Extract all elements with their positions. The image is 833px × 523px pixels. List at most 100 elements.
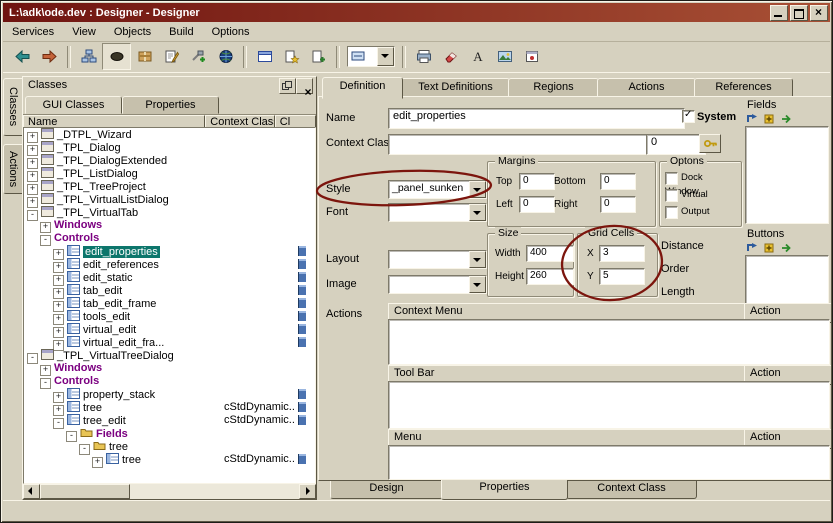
bottom-tab-design[interactable]: Design (330, 479, 443, 499)
tree-item-label[interactable]: tree (122, 454, 141, 466)
back-button[interactable] (9, 44, 36, 69)
tree-item-label[interactable]: _TPL_VirtualTreeDialog (57, 350, 174, 362)
menu-table-body[interactable] (388, 445, 830, 480)
insert-button-button[interactable] (745, 241, 760, 255)
tree-row[interactable]: -tree_editcStdDynamic... (24, 414, 315, 427)
font-button[interactable]: A (464, 44, 491, 69)
add-button-button[interactable] (762, 241, 777, 255)
classes-panel-header[interactable]: Classes (23, 77, 316, 96)
dropdown-icon[interactable] (469, 251, 486, 268)
output-checkbox[interactable] (665, 206, 678, 219)
tree-item-label[interactable]: Windows (54, 362, 102, 374)
minimize-button[interactable] (770, 5, 788, 21)
style-combo[interactable]: _panel_sunken (388, 180, 487, 199)
tree-row[interactable]: +_TPL_ListDialog (24, 167, 315, 180)
dropdown-icon[interactable] (469, 181, 486, 198)
tab-definition[interactable]: Definition (322, 77, 403, 99)
virtual-checkbox[interactable] (665, 189, 678, 202)
insert-field-button[interactable] (745, 112, 760, 126)
dropdown-icon[interactable] (377, 47, 394, 66)
scroll-right-icon[interactable] (299, 484, 316, 499)
add-field-button[interactable] (762, 112, 777, 126)
tree-row[interactable]: +treecStdDynamic... (24, 401, 315, 414)
tree-row[interactable]: +treecStdDynamic... (24, 453, 315, 466)
tree-item-label[interactable]: _TPL_DialogExtended (57, 155, 167, 167)
menu-item-view[interactable]: View (63, 24, 105, 40)
tree-item-label[interactable]: tab_edit (83, 285, 122, 297)
system-checkbox[interactable] (682, 110, 695, 123)
menu-item-services[interactable]: Services (3, 24, 63, 40)
tree-item-label[interactable]: Controls (54, 232, 99, 244)
tree-item-label[interactable]: _DTPL_Wizard (57, 129, 132, 141)
tree-row[interactable]: +edit_static (24, 271, 315, 284)
bottom-tab-properties[interactable]: Properties (441, 478, 568, 500)
delete-field-button[interactable] (779, 112, 794, 126)
tree-item-label[interactable]: property_stack (83, 389, 155, 401)
layout-combo[interactable] (388, 250, 487, 269)
hierarchy-button[interactable] (75, 44, 102, 69)
width-input[interactable]: 400 (526, 245, 574, 262)
tree-row[interactable]: +edit_references (24, 258, 315, 271)
tree-item-label[interactable]: tree (83, 402, 102, 414)
build-tools-button[interactable] (185, 44, 212, 69)
dropdown-icon[interactable] (469, 276, 486, 293)
buttons-list[interactable] (745, 255, 829, 305)
tree-item-label[interactable]: Fields (96, 428, 128, 440)
tree-row[interactable]: +tools_edit (24, 310, 315, 323)
tool-bar-table-body[interactable] (388, 381, 830, 429)
scroll-left-icon[interactable] (23, 484, 40, 499)
bottom-tab-context-class[interactable]: Context Class (566, 479, 697, 499)
tree-row[interactable]: +Windows (24, 219, 315, 232)
close-button[interactable] (810, 5, 828, 21)
package-button[interactable] (131, 44, 158, 69)
menu-item-build[interactable]: Build (160, 24, 202, 40)
context-class-input[interactable] (388, 134, 651, 155)
tree-item-label[interactable]: _TPL_Dialog (57, 142, 121, 154)
tree-row[interactable]: +tab_edit (24, 284, 315, 297)
tree-row[interactable]: -Controls (24, 232, 315, 245)
margin-left-input[interactable]: 0 (519, 196, 555, 213)
tree-item-label[interactable]: edit_references (83, 259, 159, 271)
menu-item-options[interactable]: Options (203, 24, 259, 40)
tree-row[interactable]: +property_stack (24, 388, 315, 401)
edit-notes-button[interactable] (158, 44, 185, 69)
tree-row[interactable]: -_TPL_VirtualTreeDialog (24, 349, 315, 362)
maximize-button[interactable] (790, 5, 808, 21)
grid-y-input[interactable]: 5 (599, 268, 645, 285)
toolbar-field-combo[interactable] (347, 46, 395, 67)
tree-row[interactable]: +_TPL_VirtualListDialog (24, 193, 315, 206)
tree-item-label[interactable]: _TPL_VirtualListDialog (57, 194, 169, 206)
image-combo[interactable] (388, 275, 487, 294)
globe-button[interactable] (212, 44, 239, 69)
tree-item-label[interactable]: edit_properties (83, 246, 160, 258)
vertical-tab-actions[interactable]: Actions (3, 144, 22, 194)
tree-item-label[interactable]: tree (109, 441, 128, 453)
dock-window-checkbox[interactable] (665, 172, 678, 185)
print-button[interactable] (410, 44, 437, 69)
expand-icon[interactable]: + (92, 457, 103, 468)
tree-row[interactable]: +_TPL_TreeProject (24, 180, 315, 193)
name-input[interactable]: edit_properties (388, 108, 685, 129)
tree-item-label[interactable]: _TPL_TreeProject (57, 181, 146, 193)
new-item-button[interactable] (278, 44, 305, 69)
horizontal-scrollbar[interactable] (23, 484, 316, 499)
tree-row[interactable]: +edit_properties (24, 245, 315, 258)
tree-row[interactable]: -_TPL_VirtualTab (24, 206, 315, 219)
tree-row[interactable]: +_DTPL_Wizard (24, 128, 315, 141)
tree-item-label[interactable]: _TPL_ListDialog (57, 168, 138, 180)
tree-item-label[interactable]: virtual_edit_fra... (83, 337, 164, 349)
margin-right-input[interactable]: 0 (600, 196, 636, 213)
tree-item-label[interactable]: tab_edit_frame (83, 298, 156, 310)
menu-item-objects[interactable]: Objects (105, 24, 160, 40)
context-class-number-input[interactable]: 0 (646, 134, 706, 155)
eraser-button[interactable] (437, 44, 464, 69)
tree-item-label[interactable]: tools_edit (83, 311, 130, 323)
tree-row[interactable]: +_TPL_Dialog (24, 141, 315, 154)
height-input[interactable]: 260 (526, 268, 574, 285)
fields-list[interactable] (745, 126, 829, 224)
tree-row[interactable]: -Controls (24, 375, 315, 388)
dropdown-icon[interactable] (469, 204, 486, 221)
panel-close-button[interactable] (296, 78, 313, 94)
draw-ellipse-button[interactable] (102, 43, 131, 70)
tree-row[interactable]: +Windows (24, 362, 315, 375)
